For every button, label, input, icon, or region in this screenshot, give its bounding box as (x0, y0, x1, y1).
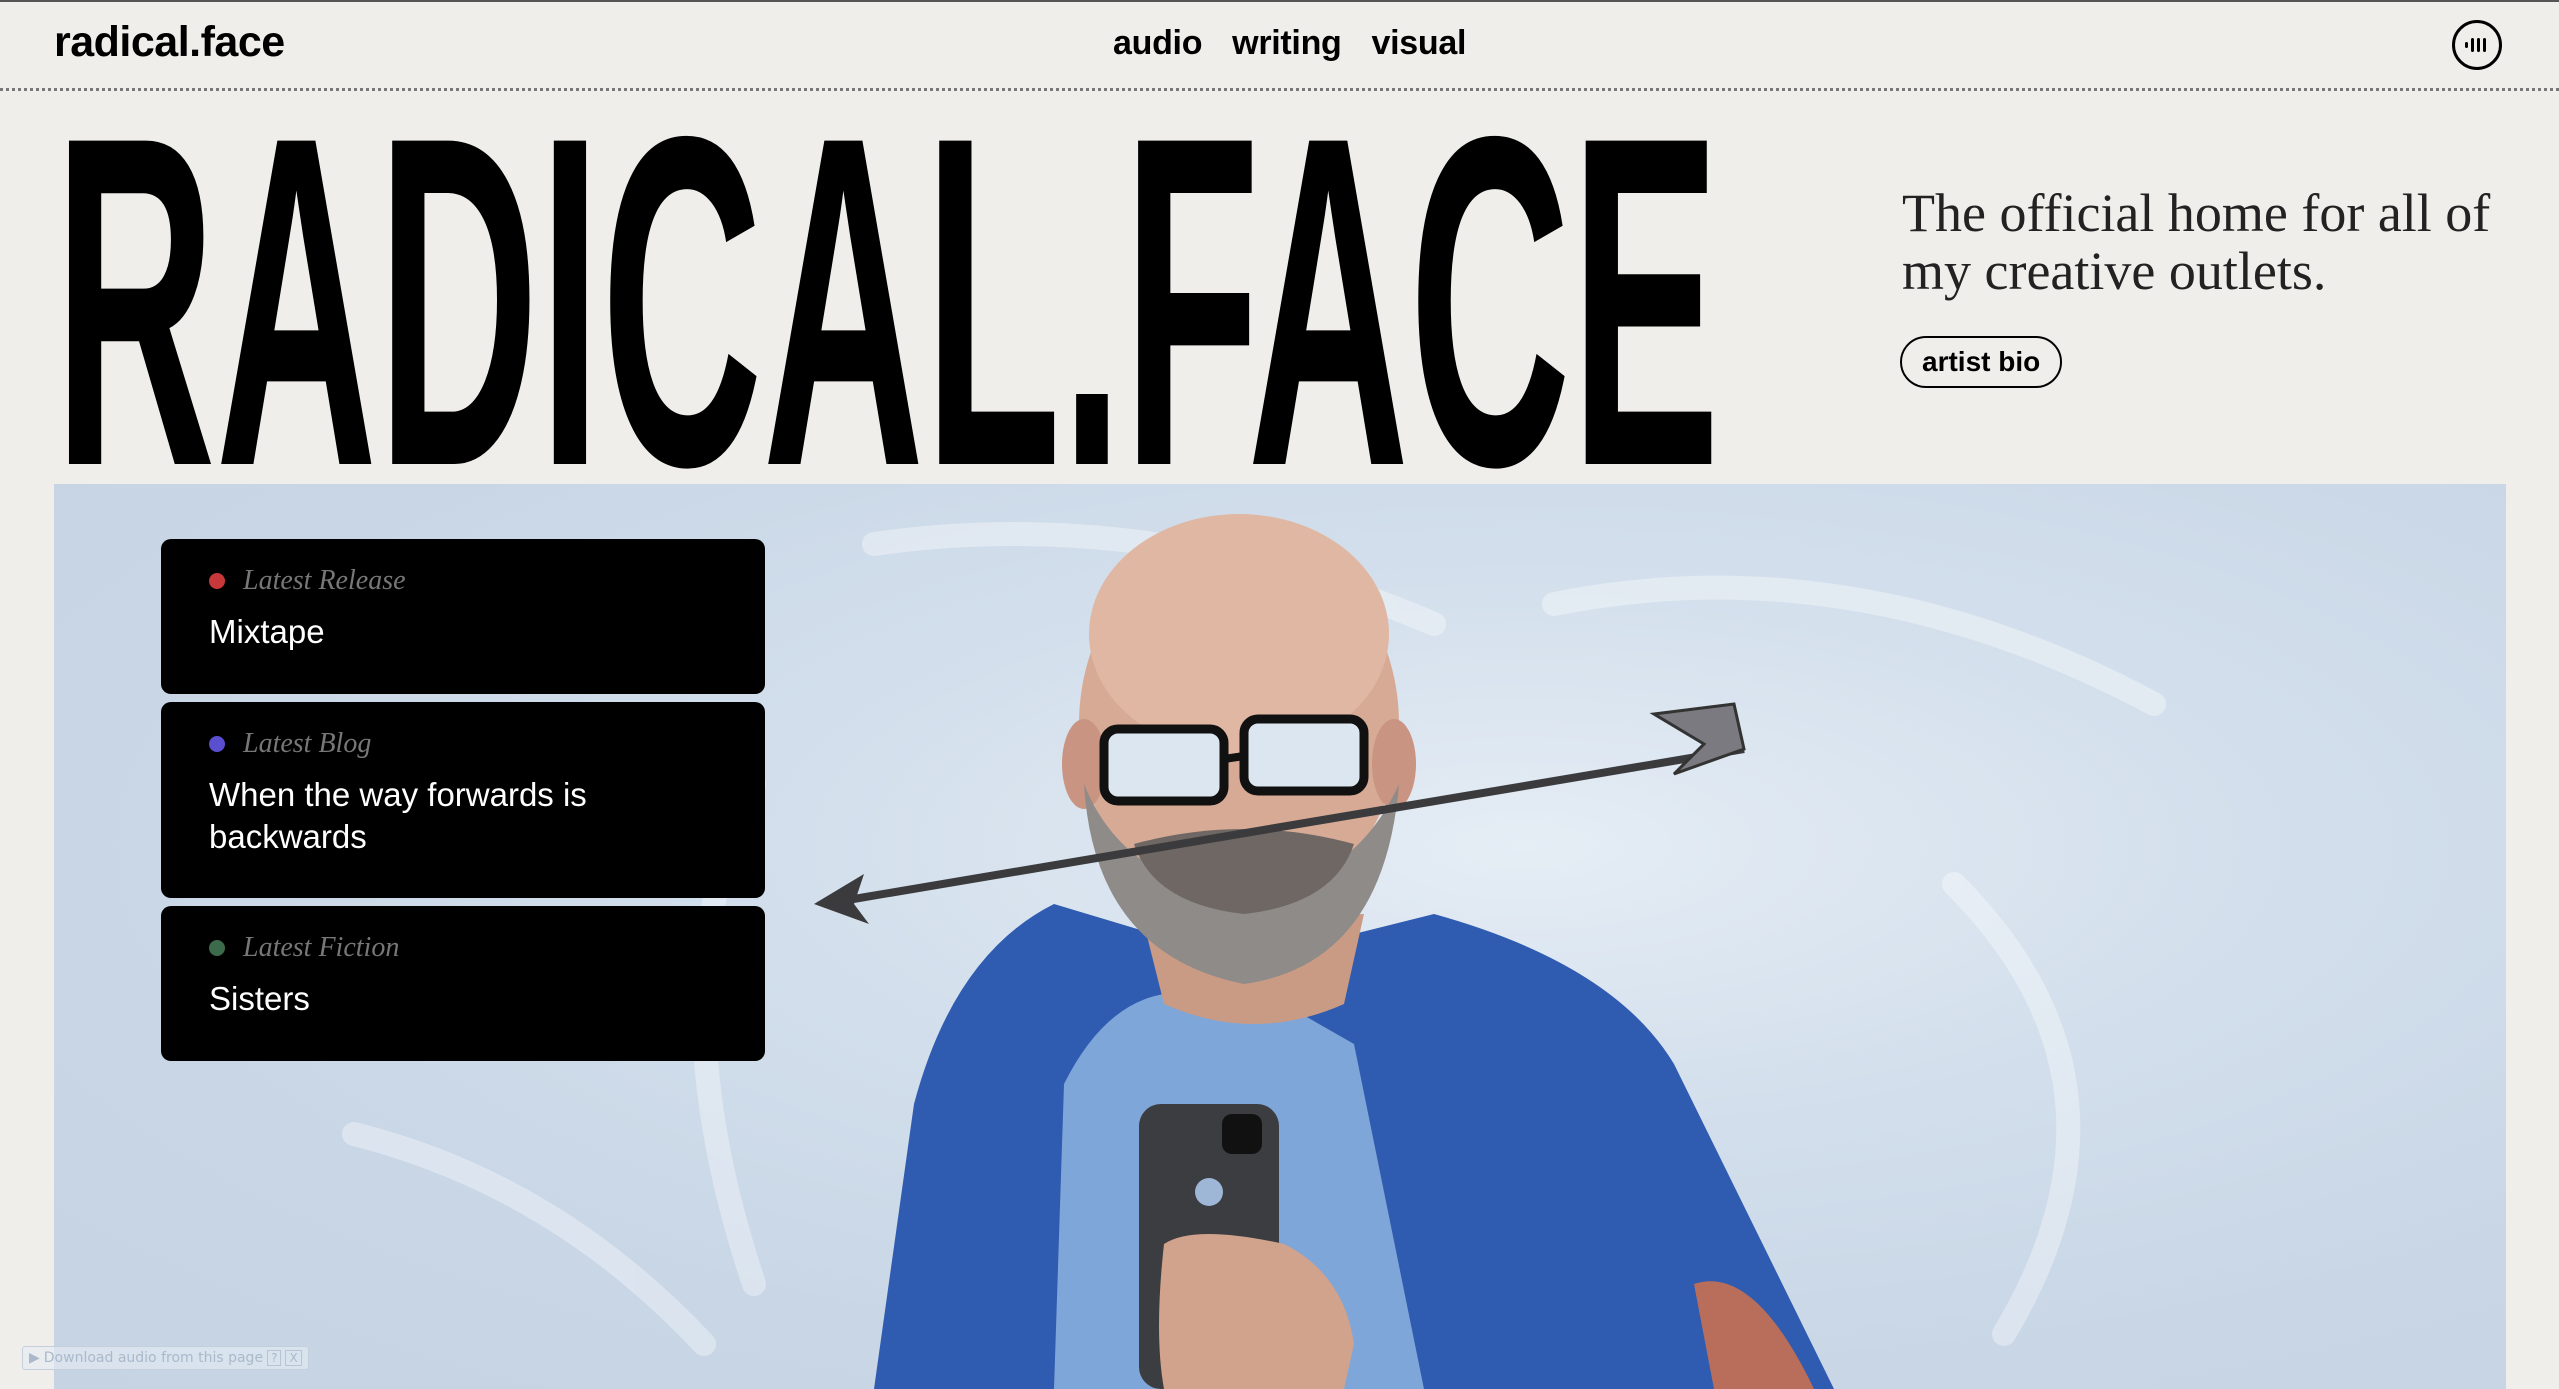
card-title[interactable]: When the way forwards is backwards (209, 774, 725, 858)
equalizer-bars-icon (2465, 38, 2486, 52)
play-icon: ▶ (29, 1350, 40, 1366)
card-label: Latest Release (209, 565, 406, 597)
menu-button[interactable] (2452, 20, 2502, 70)
download-audio-extension-bar[interactable]: ▶ Download audio from this page ? X (22, 1346, 309, 1370)
main-nav: audio writing visual (1113, 24, 1466, 63)
card-title[interactable]: Mixtape (209, 611, 725, 653)
status-dot-icon (209, 736, 225, 752)
status-dot-icon (209, 573, 225, 589)
hero-title: RADICAL.FACE (54, 112, 1734, 484)
card-label: Latest Fiction (209, 932, 399, 964)
card-label-text: Latest Blog (243, 728, 372, 759)
hero-tagline: The official home for all of my creative… (1902, 183, 2491, 301)
card-title[interactable]: Sisters (209, 978, 725, 1020)
nav-link-visual[interactable]: visual (1372, 24, 1467, 63)
download-audio-link[interactable]: Download audio from this page (44, 1350, 263, 1366)
latest-release-card[interactable]: Latest Release Mixtape (161, 539, 765, 694)
nav-link-writing[interactable]: writing (1232, 24, 1342, 63)
card-label-text: Latest Fiction (243, 932, 400, 963)
nav-link-audio[interactable]: audio (1113, 24, 1202, 63)
close-icon[interactable]: X (285, 1350, 302, 1366)
artist-bio-button[interactable]: artist bio (1900, 336, 2063, 388)
latest-fiction-card[interactable]: Latest Fiction Sisters (161, 906, 765, 1061)
hero-title-text: RADICAL.FACE (54, 112, 1720, 484)
hero-portrait-image: Latest Release Mixtape Latest Blog When … (54, 484, 2506, 1389)
card-label-text: Latest Release (243, 565, 406, 596)
site-header: radical.face audio writing visual (0, 0, 2559, 90)
latest-blog-card[interactable]: Latest Blog When the way forwards is bac… (161, 702, 765, 898)
header-divider (0, 88, 2559, 91)
status-dot-icon (209, 940, 225, 956)
site-logo-link[interactable]: radical.face (54, 18, 285, 67)
help-icon[interactable]: ? (267, 1350, 282, 1366)
card-label: Latest Blog (209, 728, 371, 760)
